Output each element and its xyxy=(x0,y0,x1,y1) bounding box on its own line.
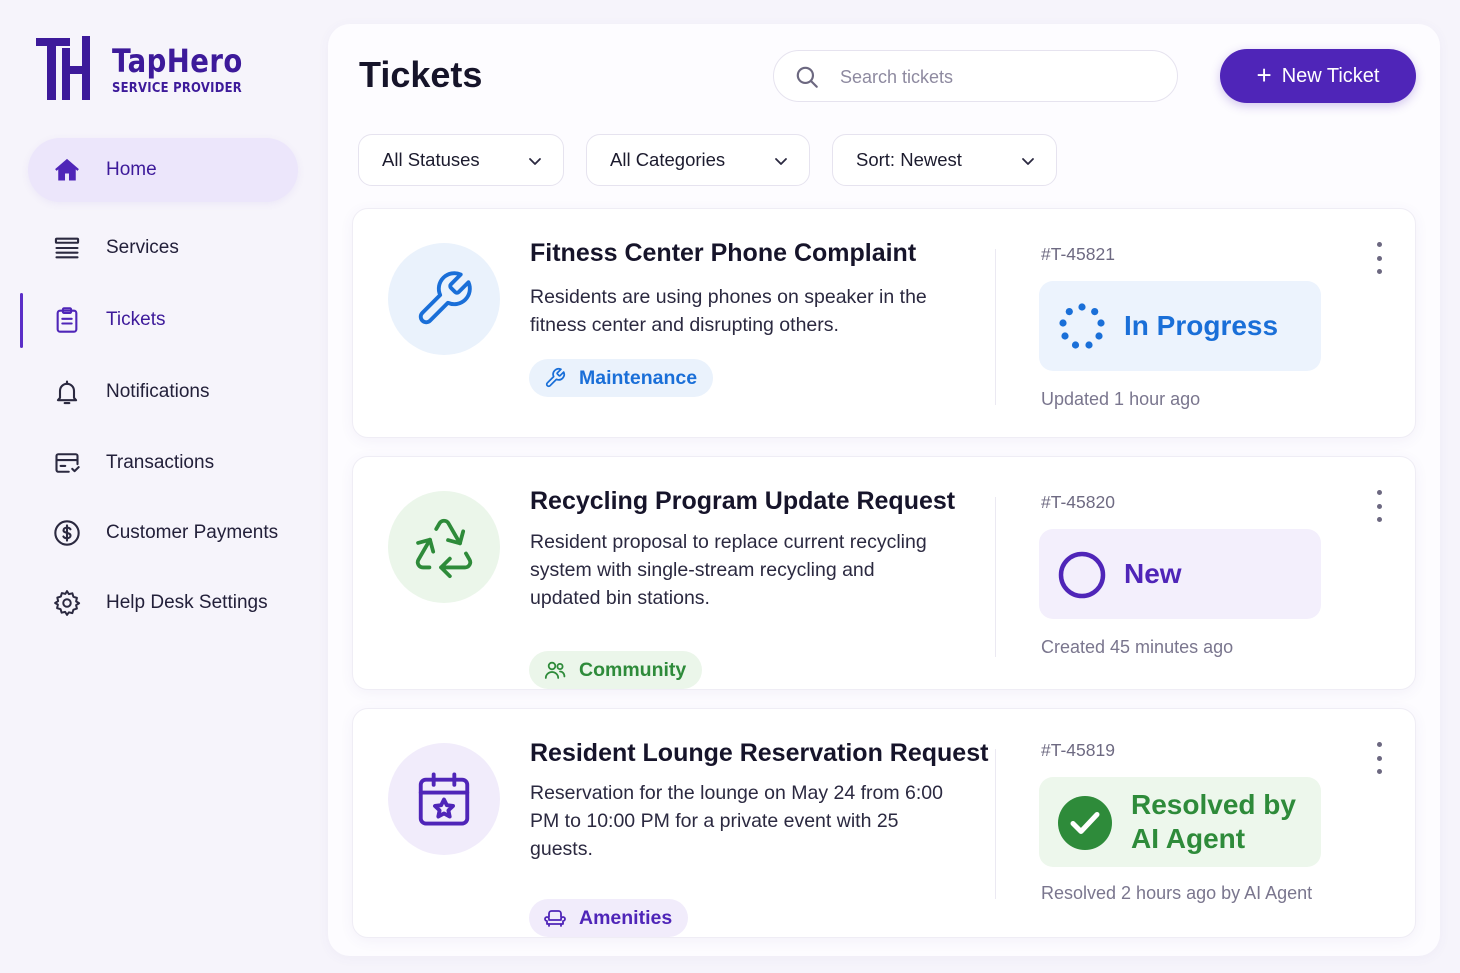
chevron-down-icon xyxy=(529,158,541,165)
status-filter-dropdown[interactable]: All Statuses xyxy=(358,134,564,186)
category-filter-label: All Categories xyxy=(610,149,726,170)
search-input[interactable] xyxy=(840,61,1160,93)
sidebar-item-label: Services xyxy=(106,237,179,258)
status-label: In Progress xyxy=(1124,310,1279,341)
ticket-card[interactable]: Recycling Program Update Request Residen… xyxy=(352,456,1416,690)
status-label: Resolved by AI Agent xyxy=(1131,789,1296,854)
ticket-description: Resident proposal to replace current rec… xyxy=(530,531,927,609)
page-title: Tickets xyxy=(359,54,483,95)
gear-icon xyxy=(52,588,82,618)
status-badge: In Progress xyxy=(1039,281,1321,371)
search-bar[interactable] xyxy=(773,50,1178,102)
plus-icon: + xyxy=(1256,59,1272,90)
calendar-star-icon xyxy=(388,743,500,855)
status-label: New xyxy=(1124,558,1182,589)
sidebar-item-transactions[interactable]: Transactions xyxy=(28,431,298,495)
active-indicator xyxy=(20,293,23,348)
more-options-icon[interactable] xyxy=(1371,242,1387,274)
status-badge: Resolved by AI Agent xyxy=(1039,777,1321,867)
more-options-icon[interactable] xyxy=(1371,742,1387,774)
more-options-icon[interactable] xyxy=(1371,490,1387,522)
sidebar-item-services[interactable]: Services xyxy=(28,216,298,280)
sidebar-item-label: Customer Payments xyxy=(106,522,279,543)
ticket-id: #T-45820 xyxy=(1041,492,1115,512)
ticket-id: #T-45819 xyxy=(1041,740,1115,760)
sidebar-item-label: Home xyxy=(106,159,157,180)
sidebar-item-label: Tickets xyxy=(106,309,166,330)
ticket-card[interactable]: Resident Lounge Reservation Request Rese… xyxy=(352,708,1416,938)
new-ticket-button[interactable]: + New Ticket xyxy=(1220,49,1416,103)
card-divider xyxy=(995,749,996,899)
ticket-updated: Created 45 minutes ago xyxy=(1041,637,1234,657)
sort-label: Sort: Newest xyxy=(856,149,962,170)
card-divider xyxy=(995,249,996,405)
ticket-updated: Resolved 2 hours ago by AI Agent xyxy=(1041,883,1313,903)
sidebar-item-home[interactable]: Home xyxy=(28,138,298,202)
main-panel: Tickets + New Ticket All Statuses All Ca… xyxy=(328,24,1440,956)
category-tag[interactable]: Maintenance xyxy=(529,359,714,397)
category-tag[interactable]: Amenities xyxy=(529,899,689,937)
wrench-icon xyxy=(388,243,500,355)
ticket-title[interactable]: Resident Lounge Reservation Request xyxy=(530,739,988,768)
brand-name: TapHero xyxy=(112,42,243,80)
sidebar-item-label: Notifications xyxy=(106,381,210,402)
check-circle-icon xyxy=(1058,796,1112,850)
brand-tagline: SERVICE PROVIDER xyxy=(112,80,242,96)
sidebar-item-customer-payments[interactable]: Customer Payments xyxy=(28,501,298,565)
ticket-description: Residents are using phones on speaker in… xyxy=(530,286,927,336)
sidebar-item-help-desk-settings[interactable]: Help Desk Settings xyxy=(28,571,298,635)
chevron-down-icon xyxy=(1022,158,1034,165)
circle-icon xyxy=(1058,551,1106,599)
ticket-title[interactable]: Recycling Program Update Request xyxy=(530,487,955,516)
armchair-icon xyxy=(543,906,567,930)
bell-icon xyxy=(52,377,82,407)
search-icon xyxy=(796,66,818,88)
status-filter-label: All Statuses xyxy=(382,149,480,170)
new-ticket-label: New Ticket xyxy=(1281,64,1380,87)
category-tag[interactable]: Community xyxy=(529,651,703,689)
brand-logo[interactable]: TapHero SERVICE PROVIDER xyxy=(36,36,264,102)
category-label: Amenities xyxy=(579,906,673,929)
ticket-id: #T-45821 xyxy=(1041,244,1115,264)
ticket-title[interactable]: Fitness Center Phone Complaint xyxy=(530,239,916,268)
sidebar-item-tickets[interactable]: Tickets xyxy=(28,288,298,352)
home-icon xyxy=(52,155,82,185)
sidebar-item-label: Transactions xyxy=(106,452,215,473)
sort-dropdown[interactable]: Sort: Newest xyxy=(832,134,1057,186)
card-divider xyxy=(995,497,996,657)
ticket-description: Reservation for the lounge on May 24 fro… xyxy=(530,782,943,860)
services-list-icon xyxy=(52,233,82,263)
wrench-icon xyxy=(543,366,567,390)
sidebar-item-label: Help Desk Settings xyxy=(106,592,268,613)
card-icon xyxy=(52,448,82,478)
sidebar-item-notifications[interactable]: Notifications xyxy=(28,360,298,424)
ticket-card[interactable]: Fitness Center Phone Complaint Residents… xyxy=(352,208,1416,438)
spinner-icon xyxy=(1059,303,1105,349)
clipboard-icon xyxy=(52,305,82,335)
category-filter-dropdown[interactable]: All Categories xyxy=(586,134,810,186)
dollar-circle-icon xyxy=(52,518,82,548)
taphero-logo-icon xyxy=(36,36,90,100)
status-badge: New xyxy=(1039,529,1321,619)
category-label: Community xyxy=(579,658,687,681)
chevron-down-icon xyxy=(775,158,787,165)
sidebar: TapHero SERVICE PROVIDER Home Services T… xyxy=(0,0,320,973)
ticket-updated: Updated 1 hour ago xyxy=(1041,389,1201,409)
category-label: Maintenance xyxy=(579,366,698,389)
recycle-icon xyxy=(388,491,500,603)
people-icon xyxy=(543,658,567,682)
